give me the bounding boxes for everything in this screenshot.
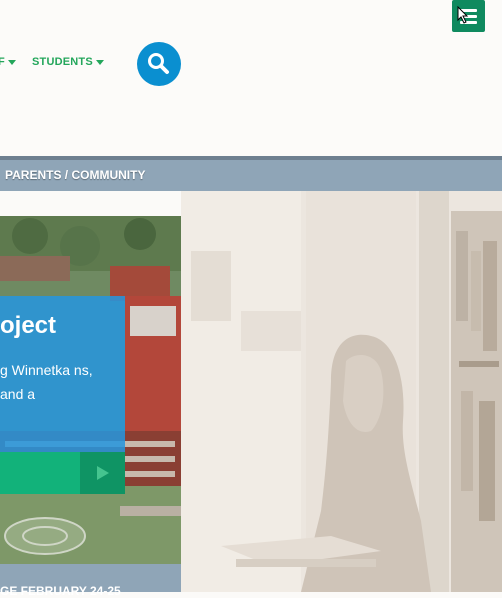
mouse-cursor-icon: [457, 6, 469, 24]
feature-card-text: g Winnetka ns, and a: [0, 362, 93, 402]
feature-card-arrow-button[interactable]: [80, 452, 125, 494]
feature-card-learn-more-button[interactable]: [0, 452, 80, 494]
search-button[interactable]: [137, 42, 181, 86]
nav-item-label: F: [0, 56, 5, 68]
search-icon: [148, 53, 169, 74]
feature-card-title: oject: [0, 312, 57, 339]
subnav-link-parents-community[interactable]: PARENTS / COMMUNITY: [5, 168, 145, 182]
caret-down-icon: [95, 59, 104, 65]
nav-item-students[interactable]: STUDENTS: [32, 56, 104, 68]
play-arrow-icon: [97, 466, 109, 480]
nav-item-staff[interactable]: F: [0, 56, 16, 68]
nav-item-label: STUDENTS: [32, 56, 93, 68]
subnav-bar: PARENTS / COMMUNITY: [0, 160, 502, 191]
event-banner-label: GE FEBRUARY 24-25: [0, 584, 121, 598]
caret-down-icon: [7, 59, 16, 65]
site-header: [0, 0, 502, 156]
hero-photo-student-reading: [181, 191, 502, 592]
